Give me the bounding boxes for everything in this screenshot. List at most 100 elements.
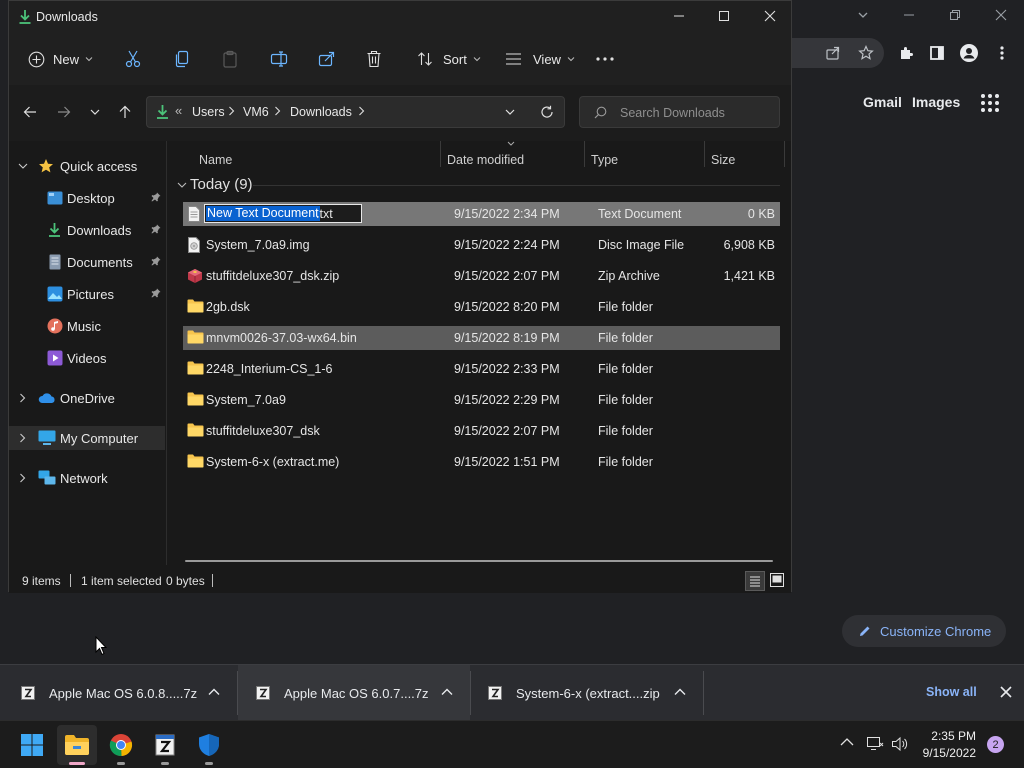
show-all-link[interactable]: Show all <box>926 685 977 699</box>
volume-icon[interactable] <box>891 736 909 752</box>
nav-item-quick-access[interactable]: Quick access <box>9 154 165 178</box>
recent-locations-chevron-icon[interactable] <box>90 107 100 117</box>
column-header-size[interactable]: Size <box>711 153 735 167</box>
file-explorer-icon <box>64 734 90 756</box>
breadcrumb-item-downloads[interactable]: Downloads <box>290 105 352 119</box>
taskbar-chrome[interactable] <box>101 725 141 765</box>
column-divider[interactable] <box>704 141 705 167</box>
taskbar-security[interactable] <box>189 725 229 765</box>
refresh-icon[interactable] <box>540 105 554 119</box>
horizontal-scrollbar[interactable] <box>185 560 773 562</box>
tab-search-icon[interactable] <box>852 4 874 26</box>
more-options-button[interactable] <box>596 43 614 75</box>
clock-time[interactable]: 2:35 PM <box>926 729 976 743</box>
close-icon[interactable] <box>764 10 776 22</box>
chevron-down-icon[interactable] <box>18 162 28 170</box>
nav-item-onedrive[interactable]: OneDrive <box>9 386 165 410</box>
address-bar[interactable]: « Users VM6 Downloads <box>146 96 565 128</box>
start-button[interactable] <box>12 725 52 765</box>
nav-item-pictures[interactable]: Pictures <box>9 282 165 306</box>
nav-item-videos[interactable]: Videos <box>9 346 165 370</box>
chrome-restore-icon[interactable] <box>944 4 966 26</box>
gmail-link[interactable]: Gmail <box>863 94 902 110</box>
nav-item-network[interactable]: Network <box>9 466 165 490</box>
chevron-up-icon[interactable] <box>208 688 220 696</box>
file-row[interactable]: System_7.0a9.img 9/15/2022 2:24 PM Disc … <box>183 233 780 257</box>
notification-badge[interactable]: 2 <box>987 736 1004 753</box>
network-tray-icon[interactable] <box>866 736 884 752</box>
file-row[interactable]: 2248_Interium-CS_1-6 9/15/2022 2:33 PM F… <box>183 357 780 381</box>
minimize-icon[interactable] <box>673 10 685 22</box>
rename-button[interactable] <box>270 43 288 75</box>
chevron-up-icon[interactable] <box>674 688 686 696</box>
back-arrow-icon[interactable] <box>23 105 37 119</box>
file-row[interactable]: mnvm0026-37.03-wx64.bin 9/15/2022 8:19 P… <box>183 326 780 350</box>
sort-button[interactable]: Sort <box>417 43 481 75</box>
taskbar-archive-app[interactable] <box>145 725 185 765</box>
chevron-up-icon[interactable] <box>441 688 453 696</box>
nav-item-documents[interactable]: Documents <box>9 250 165 274</box>
clock-date[interactable]: 9/15/2022 <box>920 746 976 760</box>
delete-button[interactable] <box>366 43 382 75</box>
column-divider[interactable] <box>784 141 785 167</box>
column-header-type[interactable]: Type <box>591 153 618 167</box>
file-row[interactable]: New Text Document .txt 9/15/2022 2:34 PM… <box>183 202 780 226</box>
download-item[interactable]: Apple Mac OS 6.0.7....7z <box>238 665 470 721</box>
rename-input[interactable]: New Text Document .txt <box>204 204 362 223</box>
nav-item-my-computer[interactable]: My Computer <box>9 426 165 450</box>
google-apps-icon[interactable] <box>980 93 1000 113</box>
group-header-today[interactable]: Today (9) <box>190 176 253 193</box>
nav-item-downloads[interactable]: Downloads <box>9 218 165 242</box>
copy-button[interactable] <box>174 43 190 75</box>
details-view-button[interactable] <box>745 571 765 591</box>
bookmark-star-icon[interactable] <box>855 42 877 64</box>
customize-chrome-button[interactable]: Customize Chrome <box>842 615 1006 647</box>
file-row[interactable]: stuffitdeluxe307_dsk 9/15/2022 2:07 PM F… <box>183 419 780 443</box>
maximize-icon[interactable] <box>718 10 730 22</box>
chevron-right-icon[interactable] <box>19 393 26 403</box>
paste-button[interactable] <box>222 43 238 75</box>
side-panel-icon[interactable] <box>926 42 948 64</box>
file-row[interactable]: System-6-x (extract.me) 9/15/2022 1:51 P… <box>183 450 780 474</box>
search-box[interactable]: Search Downloads <box>579 96 780 128</box>
breadcrumb-overflow[interactable]: « <box>175 103 182 118</box>
download-item[interactable]: Apple Mac OS 6.0.8.....7z <box>0 665 236 721</box>
chrome-menu-icon[interactable] <box>991 42 1013 64</box>
column-divider[interactable] <box>584 141 585 167</box>
file-row[interactable]: 2gb.dsk 9/15/2022 8:20 PM File folder <box>183 295 780 319</box>
address-history-chevron-icon[interactable] <box>505 108 515 116</box>
archive-file-icon <box>255 685 271 701</box>
close-shelf-icon[interactable] <box>1000 686 1012 698</box>
status-divider <box>212 574 213 587</box>
profile-avatar-icon[interactable] <box>958 42 980 64</box>
file-row[interactable]: stuffitdeluxe307_dsk.zip 9/15/2022 2:07 … <box>183 264 780 288</box>
chevron-right-icon[interactable] <box>19 473 26 483</box>
share-button[interactable] <box>318 43 336 75</box>
chrome-close-icon[interactable] <box>990 4 1012 26</box>
nav-item-desktop[interactable]: Desktop <box>9 186 165 210</box>
share-icon[interactable] <box>822 42 844 64</box>
download-item[interactable]: System-6-x (extract....zip <box>471 665 703 721</box>
column-header-date[interactable]: Date modified <box>447 153 524 167</box>
chevron-right-icon[interactable] <box>19 433 26 443</box>
up-arrow-icon[interactable] <box>118 105 132 119</box>
file-row[interactable]: System_7.0a9 9/15/2022 2:29 PM File fold… <box>183 388 780 412</box>
view-button[interactable]: View <box>505 43 575 75</box>
extensions-icon[interactable] <box>895 42 917 64</box>
omnibox[interactable] <box>792 38 884 68</box>
chrome-minimize-icon[interactable] <box>898 4 920 26</box>
large-icons-view-button[interactable] <box>769 572 785 588</box>
breadcrumb-item-users[interactable]: Users <box>192 105 225 119</box>
pane-divider[interactable] <box>166 141 167 565</box>
new-button[interactable]: New <box>28 43 93 75</box>
column-header-name[interactable]: Name <box>199 153 232 167</box>
tray-overflow-chevron-icon[interactable] <box>840 737 854 747</box>
taskbar-file-explorer[interactable] <box>57 725 97 765</box>
group-chevron-icon[interactable] <box>177 181 187 189</box>
forward-arrow-icon[interactable] <box>57 105 71 119</box>
column-divider[interactable] <box>440 141 441 167</box>
breadcrumb-item-vm6[interactable]: VM6 <box>243 105 269 119</box>
nav-item-music[interactable]: Music <box>9 314 165 338</box>
images-link[interactable]: Images <box>912 94 960 110</box>
cut-button[interactable] <box>125 43 141 75</box>
